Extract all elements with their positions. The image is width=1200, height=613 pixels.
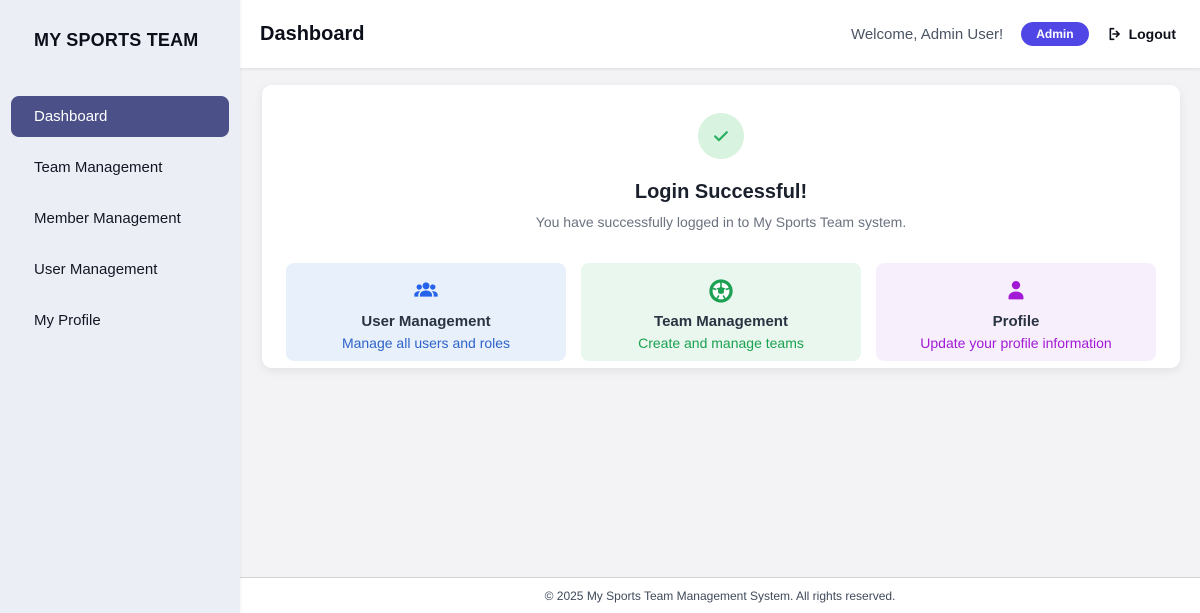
top-header: Dashboard Welcome, Admin User! Admin Log… (240, 0, 1200, 68)
content-area: Login Successful! You have successfully … (240, 68, 1200, 577)
role-badge: Admin (1021, 22, 1088, 46)
success-title: Login Successful! (262, 181, 1180, 204)
sidebar: MY SPORTS TEAM Dashboard Team Management… (0, 0, 240, 613)
logout-button[interactable]: Logout (1107, 26, 1176, 42)
tile-profile[interactable]: Profile Update your profile information (876, 263, 1156, 361)
main-column: Dashboard Welcome, Admin User! Admin Log… (240, 0, 1200, 613)
login-success-card: Login Successful! You have successfully … (262, 85, 1180, 368)
tile-subtitle: Manage all users and roles (342, 335, 510, 351)
logout-label: Logout (1129, 26, 1176, 42)
footer: © 2025 My Sports Team Management System.… (240, 577, 1200, 613)
soccer-ball-icon (707, 277, 735, 304)
sidebar-item-dashboard[interactable]: Dashboard (11, 96, 229, 137)
tile-subtitle: Create and manage teams (638, 335, 804, 351)
app-root: MY SPORTS TEAM Dashboard Team Management… (0, 0, 1200, 613)
check-icon (711, 126, 731, 146)
sidebar-item-user-management[interactable]: User Management (11, 249, 229, 290)
sidebar-item-team-management[interactable]: Team Management (11, 147, 229, 188)
tile-title: Team Management (654, 313, 788, 330)
welcome-text: Welcome, Admin User! (851, 26, 1003, 43)
logout-icon (1107, 26, 1123, 42)
page-title: Dashboard (260, 23, 364, 46)
sidebar-nav: Dashboard Team Management Member Managem… (0, 96, 240, 341)
quick-links: User Management Manage all users and rol… (262, 263, 1180, 361)
person-icon (1002, 277, 1030, 304)
tile-title: User Management (361, 313, 490, 330)
users-icon (412, 277, 440, 304)
success-message: You have successfully logged in to My Sp… (262, 214, 1180, 230)
header-right: Welcome, Admin User! Admin Logout (851, 22, 1176, 46)
app-title: MY SPORTS TEAM (0, 0, 240, 51)
tile-subtitle: Update your profile information (920, 335, 1111, 351)
sidebar-item-member-management[interactable]: Member Management (11, 198, 229, 239)
tile-user-management[interactable]: User Management Manage all users and rol… (286, 263, 566, 361)
sidebar-item-my-profile[interactable]: My Profile (11, 300, 229, 341)
success-circle (698, 113, 744, 159)
tile-team-management[interactable]: Team Management Create and manage teams (581, 263, 861, 361)
footer-text: © 2025 My Sports Team Management System.… (545, 589, 896, 603)
tile-title: Profile (993, 313, 1040, 330)
